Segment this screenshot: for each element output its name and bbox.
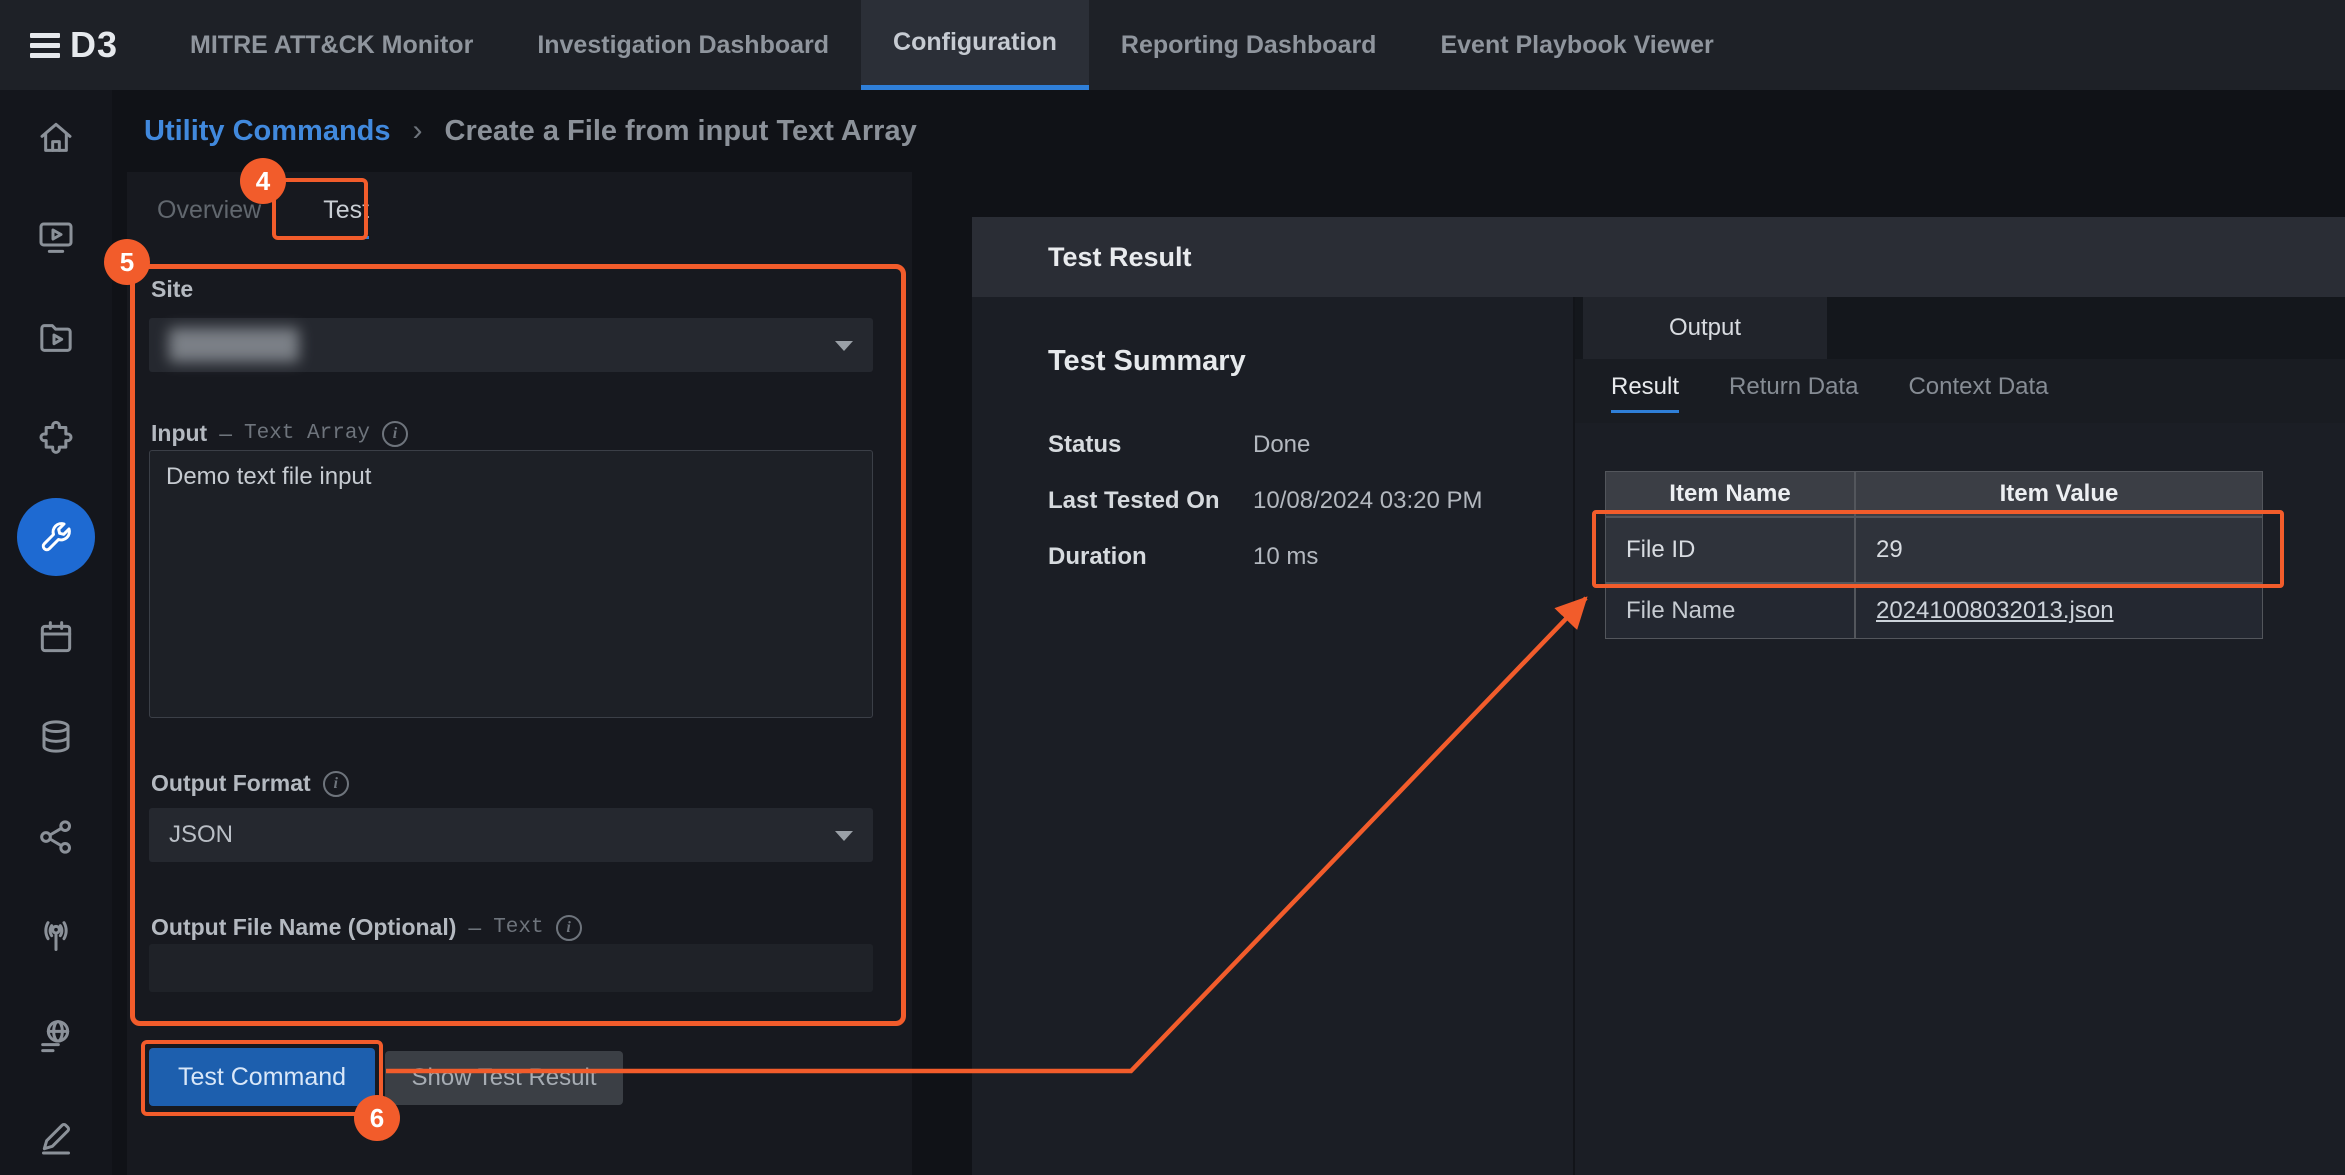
info-icon[interactable]: i	[382, 421, 408, 447]
table-row-file-id-value[interactable]: 29	[1855, 517, 2263, 583]
duration-value: 10 ms	[1253, 543, 1483, 571]
calendar-icon	[36, 617, 76, 657]
nav-mitre-attack-monitor[interactable]: MITRE ATT&CK Monitor	[158, 0, 505, 90]
main-nav: MITRE ATT&CK Monitor Investigation Dashb…	[158, 0, 1746, 90]
output-format-label: Output Format i	[151, 770, 349, 797]
last-tested-label: Last Tested On	[1048, 487, 1253, 515]
tab-return-data[interactable]: Return Data	[1729, 373, 1858, 409]
d3-logo[interactable]: D3	[0, 0, 158, 90]
status-label: Status	[1048, 431, 1253, 459]
share-nodes-icon	[36, 817, 76, 857]
output-section: Output Result Return Data Context Data I…	[1573, 297, 2345, 1175]
output-file-name-label-text: Output File Name (Optional)	[151, 914, 456, 941]
table-row-file-id-name[interactable]: File ID	[1605, 517, 1855, 583]
result-table: Item Name Item Value File ID 29 File Nam…	[1605, 471, 2263, 639]
info-icon[interactable]: i	[556, 915, 582, 941]
tools-wrench-icon	[36, 517, 76, 557]
test-result-title: Test Result	[1048, 242, 1192, 273]
show-test-result-button[interactable]: Show Test Result	[385, 1051, 623, 1105]
site-label-text: Site	[151, 276, 193, 303]
sidebar-item-home[interactable]	[17, 98, 95, 176]
nav-investigation-dashboard[interactable]: Investigation Dashboard	[505, 0, 861, 90]
panel-tabs: Overview Test	[157, 196, 369, 235]
input-label: Input – Text Array i	[151, 420, 408, 447]
nav-configuration[interactable]: Configuration	[861, 0, 1089, 90]
tab-output[interactable]: Output	[1583, 297, 1827, 359]
sidebar-item-investigations[interactable]	[17, 298, 95, 376]
icon-sidebar	[0, 90, 112, 1175]
table-row-file-name-name[interactable]: File Name	[1605, 583, 1855, 639]
test-summary-rows: Status Done Last Tested On 10/08/2024 03…	[1048, 431, 1483, 571]
site-value-redacted	[169, 328, 299, 362]
status-value: Done	[1253, 431, 1483, 459]
test-summary: Test Summary	[1048, 345, 1518, 378]
d3-logo-icon	[30, 33, 60, 58]
hint-dash: –	[219, 420, 232, 447]
output-file-name-label: Output File Name (Optional) – Text i	[151, 914, 582, 941]
last-tested-value: 10/08/2024 03:20 PM	[1253, 487, 1483, 515]
sidebar-item-broadcast[interactable]	[17, 898, 95, 976]
table-row-file-name-value[interactable]: 20241008032013.json	[1855, 583, 2263, 639]
sidebar-item-reports[interactable]	[17, 1098, 95, 1175]
test-command-button[interactable]: Test Command	[149, 1048, 375, 1106]
sidebar-item-connections[interactable]	[17, 798, 95, 876]
tab-context-data[interactable]: Context Data	[1908, 373, 2048, 409]
table-header-item-name: Item Name	[1605, 471, 1855, 517]
sidebar-item-global[interactable]	[17, 998, 95, 1076]
site-select[interactable]	[149, 318, 873, 372]
top-navbar: D3 MITRE ATT&CK Monitor Investigation Da…	[0, 0, 2345, 90]
file-name-link[interactable]: 20241008032013.json	[1876, 597, 2114, 625]
puzzle-icon	[36, 417, 76, 457]
command-test-panel: Overview Test Site Input – Text Array i …	[127, 172, 912, 1175]
chevron-down-icon	[835, 341, 853, 351]
database-icon	[36, 717, 76, 757]
tab-overview[interactable]: Overview	[157, 196, 261, 235]
hint-dash: –	[468, 914, 481, 941]
breadcrumb-separator: ›	[413, 114, 423, 148]
globe-icon	[36, 1017, 76, 1057]
test-result-panel: Test Result Test Summary Status Done Las…	[972, 217, 2345, 1175]
test-result-header: Test Result	[972, 217, 2345, 297]
page-title: Create a File from input Text Array	[445, 115, 917, 148]
output-format-label-text: Output Format	[151, 770, 311, 797]
d3-logo-text: D3	[70, 24, 118, 66]
input-textarea[interactable]: Demo text file input	[149, 450, 873, 718]
info-icon[interactable]: i	[323, 771, 349, 797]
sidebar-item-utility-commands[interactable]	[17, 498, 95, 576]
output-format-value: JSON	[169, 821, 233, 849]
test-summary-heading: Test Summary	[1048, 345, 1518, 378]
breadcrumb-parent-link[interactable]: Utility Commands	[144, 115, 391, 148]
input-label-text: Input	[151, 420, 207, 447]
input-type-hint: Text Array	[244, 422, 370, 445]
sidebar-item-calendar[interactable]	[17, 598, 95, 676]
app-screen: D3 MITRE ATT&CK Monitor Investigation Da…	[0, 0, 2345, 1175]
table-header-item-value: Item Value	[1855, 471, 2263, 517]
nav-event-playbook-viewer[interactable]: Event Playbook Viewer	[1408, 0, 1745, 90]
nav-reporting-dashboard[interactable]: Reporting Dashboard	[1089, 0, 1409, 90]
site-label: Site	[151, 276, 193, 303]
output-file-name-type-hint: Text	[493, 916, 543, 939]
tab-test[interactable]: Test	[323, 196, 369, 235]
chevron-down-icon	[835, 831, 853, 841]
home-icon	[36, 117, 76, 157]
sidebar-item-data-sources[interactable]	[17, 698, 95, 776]
sidebar-item-integrations[interactable]	[17, 398, 95, 476]
monitor-play-icon	[36, 217, 76, 257]
breadcrumb: Utility Commands › Create a File from in…	[112, 90, 917, 172]
output-format-select[interactable]: JSON	[149, 808, 873, 862]
sidebar-item-monitor[interactable]	[17, 198, 95, 276]
tab-result[interactable]: Result	[1611, 373, 1679, 409]
output-file-name-input[interactable]	[149, 944, 873, 992]
output-tabstrip: Output	[1575, 297, 2345, 359]
folder-play-icon	[36, 317, 76, 357]
duration-label: Duration	[1048, 543, 1253, 571]
report-pen-icon	[36, 1117, 76, 1157]
broadcast-icon	[36, 917, 76, 957]
output-sub-tabs: Result Return Data Context Data	[1575, 359, 2345, 423]
